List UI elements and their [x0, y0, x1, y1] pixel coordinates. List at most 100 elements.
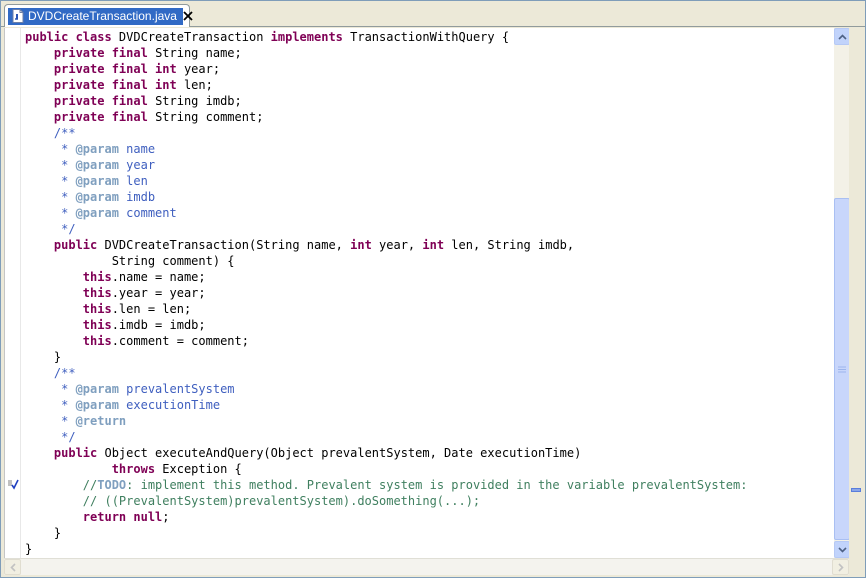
code-line[interactable]: this.comment = comment;: [25, 333, 833, 349]
code-token: *: [25, 142, 76, 156]
editor-window: DVDCreateTransaction.java public class D…: [0, 0, 866, 578]
overview-ruler[interactable]: [849, 28, 864, 558]
code-token: name: [118, 142, 156, 156]
code-token: @param: [75, 158, 119, 172]
vertical-scrollbar[interactable]: [834, 28, 850, 558]
code-token: // ((PrevalentSystem)prevalentSystem).do…: [25, 494, 481, 508]
code-token: this: [82, 318, 112, 332]
scroll-left-arrow-icon[interactable]: [4, 559, 21, 575]
code-token: private final: [53, 110, 156, 124]
code-token: .len = len;: [111, 302, 192, 316]
code-line[interactable]: */: [25, 221, 833, 237]
code-token: @return: [75, 414, 127, 428]
code-text-area[interactable]: public class DVDCreateTransaction implem…: [25, 29, 833, 558]
code-line[interactable]: private final String imdb;: [25, 93, 833, 109]
code-line[interactable]: this.name = name;: [25, 269, 833, 285]
code-token: len, String imdb,: [451, 238, 575, 252]
close-icon[interactable]: [183, 9, 193, 23]
code-token: TransactionWithQuery {: [350, 30, 510, 44]
code-line[interactable]: }: [25, 541, 833, 557]
code-line[interactable]: public class DVDCreateTransaction implem…: [25, 29, 833, 45]
code-line[interactable]: private final String name;: [25, 45, 833, 61]
code-token: year;: [183, 62, 221, 76]
code-token: private final: [53, 94, 156, 108]
code-line[interactable]: /**: [25, 365, 833, 381]
code-token: .comment = comment;: [111, 334, 249, 348]
java-file-icon: [11, 9, 25, 23]
code-line[interactable]: * @param len: [25, 173, 833, 189]
editor-tab[interactable]: DVDCreateTransaction.java: [4, 4, 193, 27]
scroll-up-arrow-icon[interactable]: [834, 28, 850, 45]
code-token: this: [82, 270, 112, 284]
scroll-grip-icon: [838, 366, 846, 372]
code-token: ;: [162, 510, 170, 524]
code-token: String comment;: [155, 110, 264, 124]
code-token: return null: [82, 510, 163, 524]
code-token: @param: [75, 190, 119, 204]
scroll-down-arrow-icon[interactable]: [834, 541, 850, 558]
code-line[interactable]: private final int year;: [25, 61, 833, 77]
code-token: String comment) {: [25, 254, 235, 268]
code-line[interactable]: throws Exception {: [25, 461, 833, 477]
vertical-ruler[interactable]: [5, 28, 21, 558]
code-line[interactable]: */: [25, 429, 833, 445]
code-line[interactable]: * @return: [25, 413, 833, 429]
code-token: implements: [270, 30, 351, 44]
code-token: imdb: [118, 190, 156, 204]
code-line[interactable]: /**: [25, 125, 833, 141]
code-line[interactable]: String comment) {: [25, 253, 833, 269]
code-token: this: [82, 302, 112, 316]
code-line[interactable]: * @param comment: [25, 205, 833, 221]
code-token: Object executeAndQuery(Object prevalentS…: [104, 446, 582, 460]
code-token: *: [25, 414, 76, 428]
code-line[interactable]: this.imdb = imdb;: [25, 317, 833, 333]
task-marker-icon[interactable]: [6, 477, 20, 491]
code-token: }: [25, 542, 33, 556]
code-line[interactable]: * @param imdb: [25, 189, 833, 205]
code-token: *: [25, 190, 76, 204]
code-line[interactable]: private final String comment;: [25, 109, 833, 125]
code-line[interactable]: public Object executeAndQuery(Object pre…: [25, 445, 833, 461]
code-line[interactable]: private final int len;: [25, 77, 833, 93]
code-line[interactable]: * @param year: [25, 157, 833, 173]
code-token: year: [118, 158, 156, 172]
code-token: len: [118, 174, 148, 188]
code-token: *: [25, 206, 76, 220]
code-token: DVDCreateTransaction(String name,: [104, 238, 351, 252]
code-token: int: [422, 238, 452, 252]
task-overview-marker[interactable]: [851, 488, 861, 492]
vertical-scroll-thumb[interactable]: [834, 198, 850, 540]
code-line[interactable]: this.len = len;: [25, 301, 833, 317]
code-token: }: [25, 526, 62, 540]
code-line[interactable]: * @param name: [25, 141, 833, 157]
code-line[interactable]: public DVDCreateTransaction(String name,…: [25, 237, 833, 253]
code-token: .name = name;: [111, 270, 206, 284]
scroll-right-arrow-icon[interactable]: [832, 559, 849, 575]
code-line[interactable]: //TODO: implement this method. Prevalent…: [25, 477, 833, 493]
code-line[interactable]: * @param executionTime: [25, 397, 833, 413]
code-line[interactable]: * @param prevalentSystem: [25, 381, 833, 397]
code-token: @param: [75, 206, 119, 220]
code-token: @param: [75, 382, 119, 396]
code-token: Exception {: [162, 462, 242, 476]
horizontal-scrollbar[interactable]: [4, 558, 849, 575]
code-token: }: [25, 350, 62, 364]
code-line[interactable]: // ((PrevalentSystem)prevalentSystem).do…: [25, 493, 833, 509]
code-line[interactable]: }: [25, 349, 833, 365]
code-line[interactable]: this.year = year;: [25, 285, 833, 301]
code-line[interactable]: }: [25, 525, 833, 541]
code-editor[interactable]: public class DVDCreateTransaction implem…: [4, 28, 850, 558]
code-token: String imdb;: [155, 94, 242, 108]
code-token: */: [25, 430, 76, 444]
code-line[interactable]: return null;: [25, 509, 833, 525]
